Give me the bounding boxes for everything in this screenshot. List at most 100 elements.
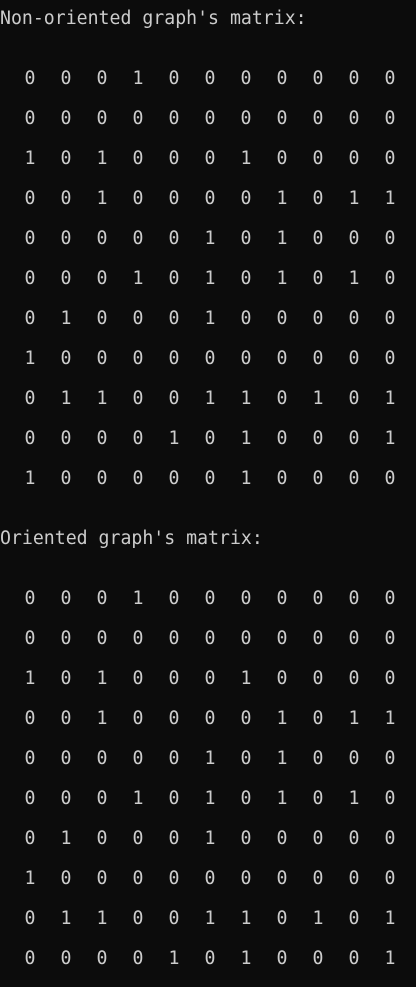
matrix-cell: 0 — [204, 588, 216, 609]
matrix-row: 1 0 0 0 0 0 0 0 0 0 0 — [0, 867, 416, 907]
matrix-cell: 0 — [168, 628, 180, 649]
matrix-cell: 1 — [204, 308, 216, 329]
matrix-cell: 0 — [24, 68, 36, 89]
matrix-cell: 0 — [312, 748, 324, 769]
matrix-cell: 1 — [276, 228, 288, 249]
matrix-cell: 0 — [312, 468, 324, 489]
matrix-cell: 1 — [348, 708, 360, 729]
matrix-cell: 0 — [384, 268, 396, 289]
matrix-cell: 1 — [96, 908, 108, 929]
matrix-cell: 0 — [168, 228, 180, 249]
matrix-cell: 1 — [204, 388, 216, 409]
matrix-row: 1 0 0 0 0 0 1 0 0 0 0 — [0, 467, 416, 507]
non-oriented-matrix: 0001000000000000000000101000100000010000… — [0, 67, 416, 507]
matrix-cell: 0 — [240, 788, 252, 809]
matrix-cell: 1 — [204, 828, 216, 849]
matrix-cell: 0 — [60, 788, 72, 809]
matrix-cell: 1 — [96, 148, 108, 169]
console-window[interactable]: ----- Non-oriented graph's matrix: 00010… — [0, 0, 416, 973]
matrix-cell: 0 — [132, 708, 144, 729]
matrix-cell: 0 — [240, 828, 252, 849]
matrix-cell: 0 — [312, 68, 324, 89]
matrix-cell: 0 — [204, 68, 216, 89]
matrix-cell: 0 — [276, 68, 288, 89]
matrix-cell: 0 — [96, 268, 108, 289]
matrix-cell: 0 — [132, 868, 144, 889]
matrix-row: 0 0 0 0 0 1 0 1 0 0 0 — [0, 227, 416, 267]
matrix-cell: 0 — [132, 428, 144, 449]
matrix-cell: 0 — [276, 668, 288, 689]
matrix-row: 0 0 0 1 0 0 0 0 0 0 0 — [0, 587, 416, 627]
matrix-cell: 0 — [276, 348, 288, 369]
matrix-cell: 0 — [168, 268, 180, 289]
matrix-cell: 0 — [204, 948, 216, 969]
matrix-cell: 0 — [168, 708, 180, 729]
matrix-cell: 0 — [132, 908, 144, 929]
matrix-cell: 1 — [24, 468, 36, 489]
matrix-cell: 1 — [240, 668, 252, 689]
matrix-cell: 0 — [312, 588, 324, 609]
matrix-cell: 0 — [276, 828, 288, 849]
matrix-row: 0 0 0 1 0 1 0 1 0 1 0 — [0, 787, 416, 827]
matrix-cell: 1 — [276, 748, 288, 769]
matrix-cell: 0 — [168, 788, 180, 809]
matrix-cell: 0 — [168, 188, 180, 209]
matrix-cell: 1 — [276, 788, 288, 809]
matrix-cell: 0 — [168, 308, 180, 329]
matrix-cell: 0 — [384, 108, 396, 129]
matrix-cell: 0 — [168, 588, 180, 609]
matrix-cell: 0 — [60, 268, 72, 289]
matrix-cell: 1 — [240, 908, 252, 929]
matrix-cell: 0 — [348, 628, 360, 649]
matrix-cell: 0 — [276, 588, 288, 609]
matrix-cell: 0 — [24, 708, 36, 729]
matrix-cell: 0 — [204, 868, 216, 889]
matrix-cell: 0 — [276, 148, 288, 169]
matrix-cell: 0 — [60, 188, 72, 209]
matrix-cell: 0 — [384, 348, 396, 369]
matrix-row: 0 0 0 0 0 0 0 0 0 0 0 — [0, 627, 416, 667]
matrix-cell: 0 — [168, 748, 180, 769]
matrix-cell: 0 — [384, 748, 396, 769]
matrix-cell: 0 — [348, 388, 360, 409]
matrix-cell: 1 — [60, 908, 72, 929]
matrix-cell: 1 — [204, 908, 216, 929]
matrix-cell: 0 — [348, 828, 360, 849]
matrix-cell: 0 — [240, 748, 252, 769]
matrix-cell: 0 — [312, 828, 324, 849]
matrix-cell: 0 — [384, 588, 396, 609]
matrix-row: 0 1 1 0 0 1 1 0 1 0 1 — [0, 387, 416, 427]
matrix-cell: 1 — [276, 188, 288, 209]
matrix-cell: 0 — [348, 68, 360, 89]
matrix-cell: 0 — [96, 588, 108, 609]
console-top-fragment: ----- — [0, 0, 54, 6]
matrix-cell: 0 — [96, 868, 108, 889]
matrix-cell: 0 — [96, 788, 108, 809]
matrix-cell: 0 — [60, 748, 72, 769]
matrix-cell: 1 — [240, 468, 252, 489]
matrix-cell: 0 — [60, 68, 72, 89]
matrix-cell: 1 — [168, 948, 180, 969]
matrix-cell: 0 — [60, 668, 72, 689]
matrix-cell: 0 — [60, 428, 72, 449]
matrix-cell: 0 — [240, 348, 252, 369]
matrix-row: 0 1 0 0 0 1 0 0 0 0 0 — [0, 827, 416, 867]
matrix-cell: 0 — [60, 108, 72, 129]
matrix-cell: 0 — [276, 908, 288, 929]
matrix-cell: 1 — [24, 668, 36, 689]
matrix-cell: 0 — [96, 948, 108, 969]
matrix-cell: 0 — [204, 148, 216, 169]
matrix-row: 0 0 0 0 1 0 1 0 0 0 1 — [0, 427, 416, 467]
matrix-cell: 1 — [384, 428, 396, 449]
matrix-row: 0 0 0 0 0 1 0 1 0 0 0 — [0, 747, 416, 787]
matrix-cell: 0 — [96, 108, 108, 129]
matrix-cell: 0 — [312, 868, 324, 889]
matrix-cell: 0 — [384, 868, 396, 889]
matrix-cell: 1 — [60, 308, 72, 329]
matrix-cell: 0 — [24, 188, 36, 209]
matrix-cell: 0 — [240, 108, 252, 129]
matrix-cell: 0 — [348, 228, 360, 249]
matrix-cell: 0 — [132, 628, 144, 649]
matrix-cell: 1 — [96, 708, 108, 729]
matrix-cell: 1 — [384, 188, 396, 209]
